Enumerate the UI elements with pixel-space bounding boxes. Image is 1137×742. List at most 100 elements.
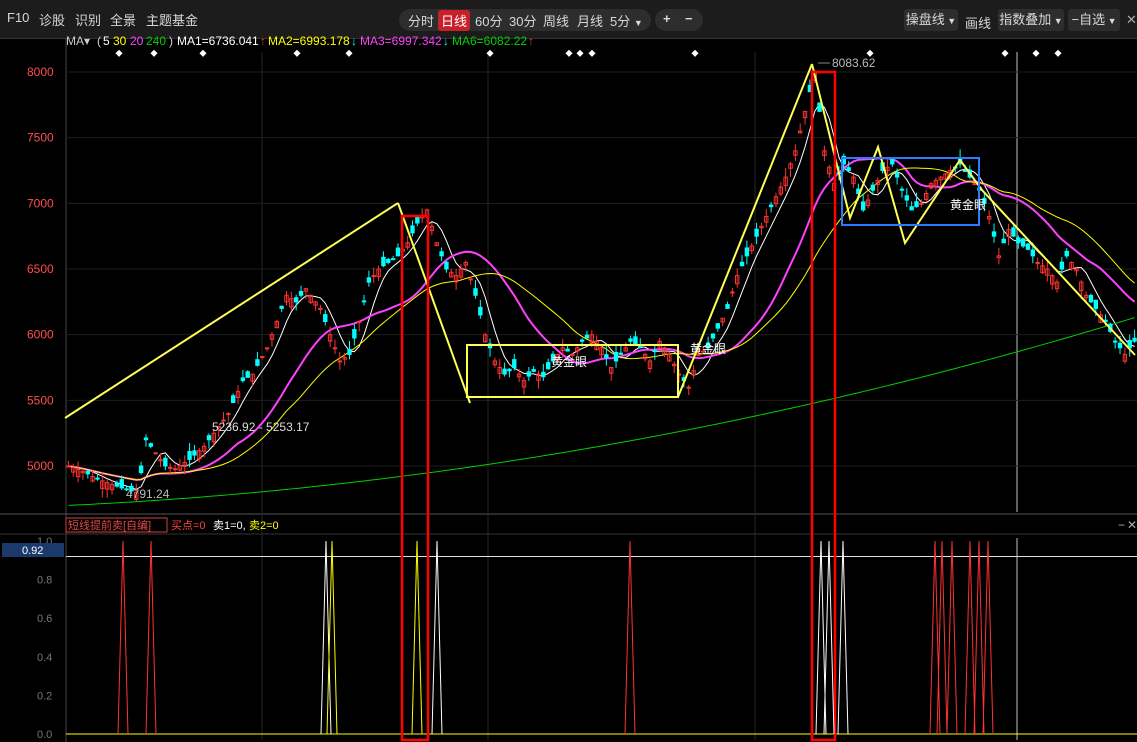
candle-body (730, 291, 735, 294)
candle-body (444, 261, 449, 270)
candle-body (618, 352, 624, 355)
candle-body (293, 297, 299, 303)
high-price-label: 8083.62 (832, 56, 876, 70)
range-price-label: 5236.92 - 5253.17 (212, 420, 310, 434)
candle-body (1035, 261, 1040, 264)
candle-body (604, 354, 609, 359)
consolidation-box-1 (466, 344, 679, 398)
candle-body (870, 184, 876, 191)
event-marker (345, 49, 353, 57)
golden-eye-label-1: 黄金眼 (551, 354, 587, 369)
candle-body (613, 351, 619, 362)
price-tick-label: 6000 (27, 328, 54, 342)
candle-body (894, 173, 900, 178)
candle-body (381, 256, 386, 267)
event-marker (1054, 49, 1062, 57)
candle-body (1093, 299, 1099, 309)
indicator-sell1-label: 卖1=0, (213, 519, 246, 532)
candle-body (226, 412, 231, 415)
price-tick-label: 8000 (27, 65, 54, 79)
candle-body (768, 204, 774, 208)
candle-body (1112, 340, 1118, 343)
candle-body (512, 359, 517, 368)
candle-body (473, 288, 478, 296)
candle-body (1020, 238, 1026, 247)
candle-body (279, 305, 284, 309)
candle-body (260, 356, 265, 359)
candle-body (584, 334, 590, 339)
candle-body (526, 371, 532, 377)
indicator-tick-label: 0.0 (37, 729, 52, 741)
candle-body (860, 201, 866, 211)
indicator-tick-label: 0.6 (37, 613, 52, 625)
event-marker (576, 49, 584, 57)
candle-body (545, 362, 551, 370)
kline-chart[interactable]: 5000 5500 6000 6500 7000 7500 8000 0.0 0.2 0.4 0.6… (0, 0, 1137, 742)
candle-body (1030, 249, 1036, 257)
candle-body (1064, 250, 1069, 257)
candle-body (909, 206, 914, 211)
event-marker (150, 49, 158, 57)
trend-line-up-1 (64, 202, 399, 419)
trend-line-down-1 (397, 202, 471, 404)
candle-body (914, 201, 919, 208)
candle-body (715, 323, 721, 329)
candle-body (919, 202, 924, 205)
price-axis: 5000 5500 6000 6500 7000 7500 8000 0.0 0.2 0.4 0.6… (27, 65, 54, 741)
indicator-tick-label: 0.4 (37, 652, 52, 664)
candle-body (245, 371, 250, 378)
indicator-sell2-label: 卖2=0 (249, 519, 279, 532)
indicator-close-button[interactable]: ✕ (1127, 518, 1137, 532)
candle-body (85, 470, 91, 475)
golden-eye-label-3: 黄金眼 (950, 197, 986, 212)
signal-spike (117, 540, 129, 735)
candle-body (255, 359, 260, 366)
chart-grid (0, 38, 1137, 742)
candle-body (890, 158, 895, 165)
indicator-tick-label: 0.8 (37, 575, 52, 587)
event-marker (293, 49, 301, 57)
indicator-minimize-button[interactable]: − (1118, 518, 1125, 532)
signal-spike (431, 540, 443, 735)
candle-body (192, 450, 197, 456)
candle-body (390, 258, 396, 261)
signal-spike (145, 540, 157, 735)
candle-body (114, 482, 120, 487)
signal-spike (624, 540, 636, 735)
candle-body (1117, 342, 1123, 349)
candle-body (240, 377, 246, 382)
candle-body (172, 468, 178, 471)
candle-body (1132, 337, 1137, 342)
low-price-label: 4791.24 (126, 487, 170, 501)
signal-spike (973, 540, 985, 735)
signal-spike (964, 540, 976, 735)
indicator-name[interactable]: 短线提前卖[自编] (68, 518, 151, 532)
candle-body (347, 348, 352, 355)
candle-body (167, 466, 173, 469)
candle-body (565, 348, 570, 352)
candlesticks (66, 70, 1137, 502)
candle-body (633, 336, 638, 346)
indicator-value-text: 0.92 (22, 545, 43, 557)
event-marker (1001, 49, 1009, 57)
golden-eye-label-2: 黄金眼 (690, 341, 726, 356)
signal-spike (837, 540, 849, 735)
event-marker (1032, 49, 1040, 57)
candle-body (1088, 294, 1094, 303)
event-marker (199, 49, 207, 57)
candle-body (1001, 238, 1006, 244)
candle-body (754, 228, 759, 237)
price-tick-label: 6500 (27, 262, 54, 276)
ma-lines (68, 102, 1136, 506)
candle-body (1025, 243, 1031, 250)
signal-spike (982, 540, 994, 735)
candle-body (206, 435, 212, 441)
candle-body (337, 360, 343, 363)
candle-body (507, 368, 512, 372)
candle-body (439, 251, 444, 257)
candle-body (332, 347, 338, 350)
event-marker (115, 49, 123, 57)
candle-body (502, 368, 507, 375)
pattern-overlays (64, 63, 1136, 742)
candle-body (143, 437, 149, 441)
